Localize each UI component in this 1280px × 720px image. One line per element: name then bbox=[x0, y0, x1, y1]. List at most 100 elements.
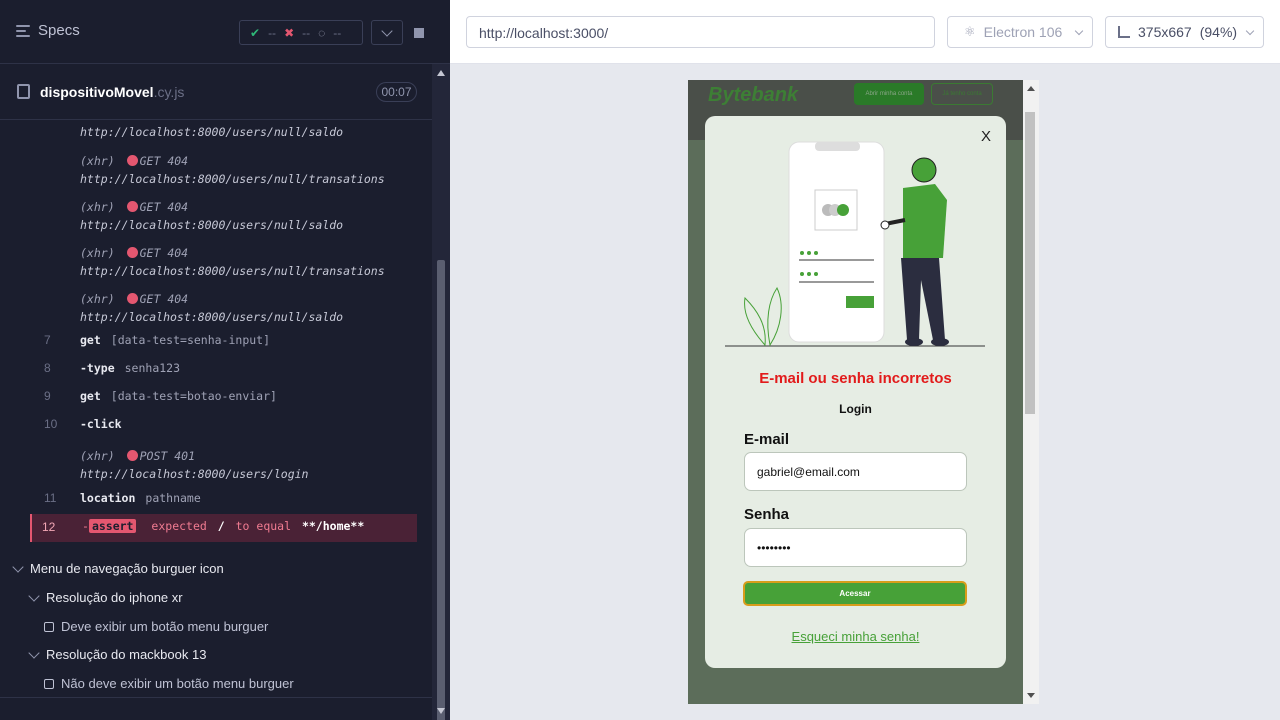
duration-badge: 00:07 bbox=[376, 82, 417, 102]
suite-label: Menu de navegação burguer icon bbox=[30, 561, 224, 576]
login-illustration bbox=[725, 141, 985, 347]
chevron-down-icon bbox=[28, 589, 40, 602]
request-url: http://localhost:8000/users/login bbox=[80, 467, 309, 481]
viewport-selector[interactable]: 375x667 (94%) bbox=[1105, 16, 1264, 48]
xhr-label: (xhr) bbox=[80, 154, 115, 168]
have-account-button[interactable]: Já tenho conta bbox=[931, 83, 993, 105]
browser-label: Electron 106 bbox=[983, 24, 1063, 40]
failed-assertion-row[interactable]: 12 - assert expected / to equal **/home** bbox=[30, 514, 417, 542]
app-scrollbar[interactable] bbox=[1023, 80, 1039, 704]
browser-selector[interactable]: ⚛ Electron 106 bbox=[947, 16, 1093, 48]
chevron-down-icon bbox=[381, 24, 393, 37]
scroll-thumb[interactable] bbox=[1025, 112, 1035, 414]
command-number: 12 bbox=[42, 520, 56, 534]
password-label: Senha bbox=[744, 506, 790, 523]
suite-menu-burguer[interactable]: Menu de navegação burguer icon bbox=[12, 560, 224, 576]
suite-label: Resolução do iphone xr bbox=[46, 590, 183, 605]
failed-icon: ✖ bbox=[284, 25, 295, 40]
failed-request-icon bbox=[126, 450, 138, 461]
divider bbox=[0, 697, 432, 698]
command-arg: [data-test=botao-enviar] bbox=[110, 389, 277, 403]
test-label: Não deve exibir um botão menu burguer bbox=[61, 676, 294, 691]
xhr-label: (xhr) bbox=[80, 449, 115, 463]
scroll-up-icon[interactable] bbox=[1027, 86, 1035, 91]
xhr-label: (xhr) bbox=[80, 200, 115, 214]
viewport-size: 375x667 bbox=[1138, 24, 1192, 40]
command-number: 9 bbox=[44, 389, 51, 403]
password-field[interactable]: •••••••• bbox=[744, 528, 967, 567]
request-method: GET 404 bbox=[139, 200, 189, 214]
login-modal: X E-mail ou senha incorretos Login E-mai… bbox=[705, 116, 1006, 668]
suite-iphone-xr[interactable]: Resolução do iphone xr bbox=[28, 589, 183, 605]
xhr-label: (xhr) bbox=[80, 246, 115, 260]
request-url: http://localhost:8000/users/null/transat… bbox=[80, 172, 385, 186]
specs-button[interactable]: Specs bbox=[16, 22, 80, 39]
pending-count: -- bbox=[333, 25, 342, 40]
email-field[interactable]: gabriel@email.com bbox=[744, 452, 967, 491]
command-arg: [data-test=senha-input] bbox=[110, 333, 271, 347]
test-stats: ✔ -- ✖ -- ◌ -- bbox=[239, 20, 363, 45]
scroll-down-icon[interactable] bbox=[1027, 693, 1035, 698]
cypress-runner: Specs ✔ -- ✖ -- ◌ -- dispositivoMovel.cy… bbox=[0, 0, 1280, 720]
specs-label: Specs bbox=[38, 22, 80, 39]
application-under-test: Bytebank Abrir minha conta Já tenho cont… bbox=[688, 80, 1039, 704]
chevron-down-icon bbox=[1245, 26, 1255, 35]
email-label: E-mail bbox=[744, 431, 790, 448]
failed-request-icon bbox=[126, 247, 138, 258]
command-log-panel: Specs ✔ -- ✖ -- ◌ -- dispositivoMovel.cy… bbox=[0, 0, 450, 720]
chevron-down-icon bbox=[28, 646, 40, 659]
chevron-down-icon bbox=[12, 560, 24, 573]
scroll-down-icon[interactable] bbox=[437, 708, 445, 714]
scroll-up-icon[interactable] bbox=[437, 70, 445, 76]
request-url: http://localhost:8000/users/null/saldo bbox=[80, 218, 344, 232]
spec-file-name: dispositivoMovel.cy.js bbox=[40, 84, 185, 100]
failed-request-icon bbox=[126, 293, 138, 304]
command-arg: senha123 bbox=[124, 361, 181, 375]
command-name: location pathname bbox=[80, 491, 201, 505]
passed-icon: ✔ bbox=[250, 25, 261, 40]
request-method: GET 404 bbox=[139, 246, 189, 260]
suite-label: Resolução do mackbook 13 bbox=[46, 647, 207, 662]
failed-count: -- bbox=[302, 25, 311, 40]
command-name: -click bbox=[80, 417, 122, 431]
stop-icon bbox=[414, 27, 424, 38]
xhr-label: (xhr) bbox=[80, 292, 115, 306]
command-number: 8 bbox=[44, 361, 51, 375]
request-method: POST 401 bbox=[139, 449, 196, 463]
spec-file-header: dispositivoMovel.cy.js bbox=[0, 64, 432, 120]
open-account-button[interactable]: Abrir minha conta bbox=[854, 83, 924, 105]
command-number: 7 bbox=[44, 333, 51, 347]
forgot-password-link[interactable]: Esqueci minha senha! bbox=[705, 629, 1006, 644]
failed-request-icon bbox=[126, 155, 138, 166]
bytebank-logo: Bytebank bbox=[708, 84, 799, 106]
zoom-level: (94%) bbox=[1199, 24, 1238, 40]
passed-count: -- bbox=[268, 25, 277, 40]
scroll-thumb[interactable] bbox=[437, 260, 445, 720]
stop-button[interactable] bbox=[403, 20, 435, 45]
pending-icon: ◌ bbox=[318, 25, 326, 40]
modal-title: Login bbox=[839, 402, 872, 416]
preview-toolbar: http://localhost:3000/ ⚛ Electron 106 37… bbox=[450, 0, 1280, 64]
viewport-icon bbox=[1118, 26, 1130, 38]
url-bar[interactable]: http://localhost:3000/ bbox=[466, 16, 935, 48]
failed-request-icon bbox=[126, 201, 138, 212]
menu-icon bbox=[16, 24, 30, 37]
suite-macbook-13[interactable]: Resolução do mackbook 13 bbox=[28, 646, 207, 662]
test-nao-deve-exibir[interactable]: Não deve exibir um botão menu burguer bbox=[44, 676, 294, 691]
submit-button[interactable]: Acessar bbox=[743, 581, 967, 606]
reporter-header: Specs ✔ -- ✖ -- ◌ -- bbox=[0, 0, 450, 64]
app-preview-panel: http://localhost:3000/ ⚛ Electron 106 37… bbox=[450, 0, 1280, 720]
document-icon bbox=[17, 84, 30, 99]
test-deve-exibir[interactable]: Deve exibir um botão menu burguer bbox=[44, 619, 268, 634]
request-method: GET 404 bbox=[139, 292, 189, 306]
pending-test-icon bbox=[44, 678, 54, 689]
command-arg: pathname bbox=[145, 491, 201, 505]
collapse-button[interactable] bbox=[371, 20, 403, 45]
command-number: 11 bbox=[44, 491, 57, 505]
command-log-scrollbar[interactable] bbox=[432, 64, 450, 720]
command-name: -type senha123 bbox=[80, 361, 181, 375]
electron-icon: ⚛ bbox=[964, 24, 976, 39]
assertion-text: - assert expected / to equal **/home** bbox=[82, 519, 365, 533]
request-url: http://localhost:8000/users/null/transat… bbox=[80, 264, 385, 278]
command-number: 10 bbox=[44, 417, 58, 431]
